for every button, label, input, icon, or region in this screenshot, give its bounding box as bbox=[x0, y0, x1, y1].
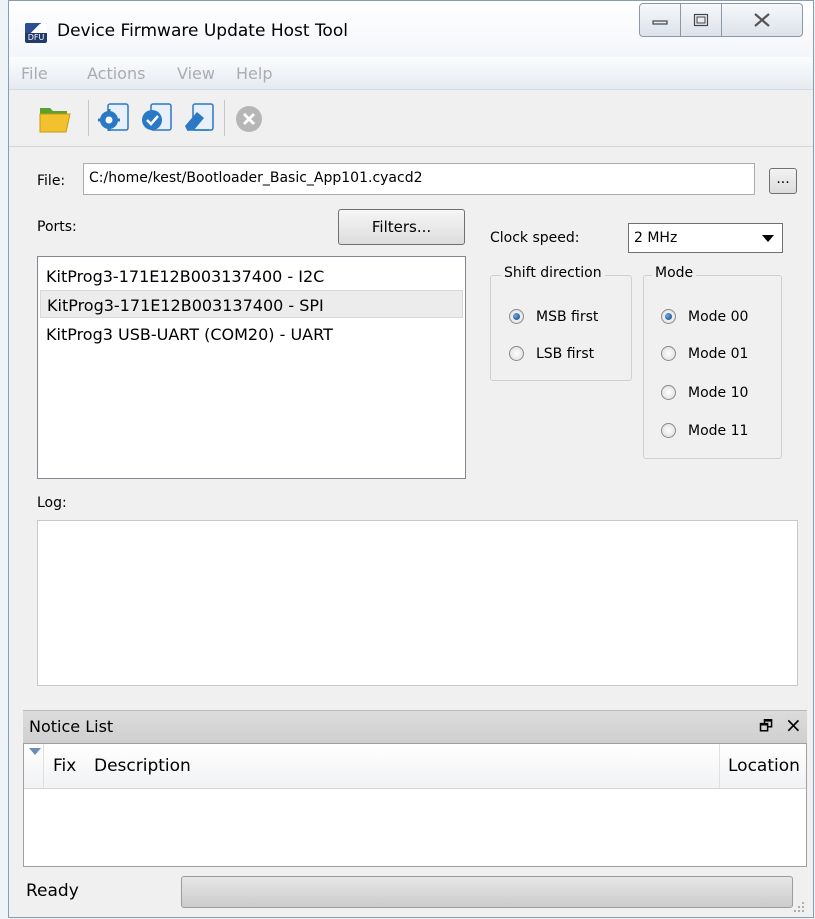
radio-unchecked-icon bbox=[661, 346, 676, 361]
abort-button[interactable] bbox=[231, 100, 267, 136]
toolbar-separator bbox=[224, 100, 225, 136]
port-item[interactable]: KitProg3-171E12B003137400 - I2C bbox=[40, 262, 463, 290]
radio-checked-icon bbox=[509, 309, 524, 324]
radio-checked-icon bbox=[661, 309, 676, 324]
verify-check-icon bbox=[142, 103, 172, 131]
ports-label: Ports: bbox=[37, 219, 77, 235]
program-button[interactable] bbox=[97, 100, 133, 136]
sort-triangle-icon bbox=[29, 748, 41, 755]
resize-grip-icon[interactable] bbox=[793, 901, 805, 913]
column-fix[interactable]: Fix bbox=[53, 756, 76, 776]
close-button[interactable] bbox=[721, 3, 803, 37]
dfu-app-icon: DFU bbox=[25, 23, 47, 43]
close-icon bbox=[754, 13, 770, 27]
close-panel-icon[interactable]: × bbox=[785, 713, 802, 737]
abort-x-icon bbox=[236, 106, 262, 132]
maximize-button[interactable] bbox=[680, 3, 722, 37]
column-divider bbox=[719, 744, 720, 788]
shift-direction-group: Shift direction MSB first LSB first bbox=[490, 265, 632, 381]
title-bar: DFU Device Firmware Update Host Tool bbox=[9, 1, 813, 57]
column-location[interactable]: Location bbox=[728, 756, 800, 776]
radio-mode-10[interactable]: Mode 10 bbox=[661, 385, 748, 401]
toolbar bbox=[9, 90, 813, 147]
status-text: Ready bbox=[26, 881, 79, 901]
minimize-icon bbox=[652, 20, 668, 25]
menu-bar: File Actions View Help bbox=[9, 57, 813, 90]
radio-unchecked-icon bbox=[661, 385, 676, 400]
browse-button[interactable]: ... bbox=[769, 168, 797, 194]
mode-group: Mode Mode 00 Mode 01 Mode 10 Mode 11 bbox=[643, 265, 782, 459]
menu-view[interactable]: View bbox=[177, 64, 215, 83]
float-window-icon[interactable]: 🗗 bbox=[759, 716, 773, 741]
status-bar: Ready bbox=[23, 867, 807, 917]
radio-unchecked-icon bbox=[661, 423, 676, 438]
radio-lsb-first[interactable]: LSB first bbox=[509, 346, 594, 362]
menu-actions[interactable]: Actions bbox=[87, 64, 145, 83]
radio-mode-00[interactable]: Mode 00 bbox=[661, 309, 748, 325]
notice-list-table: Fix Description Location bbox=[23, 743, 807, 867]
table-header: Fix Description Location bbox=[24, 744, 806, 789]
erase-icon bbox=[185, 103, 214, 131]
file-label: File: bbox=[37, 173, 66, 189]
program-gear-icon bbox=[98, 103, 129, 131]
file-path-input[interactable]: C:/home/kest/Bootloader_Basic_App101.cya… bbox=[83, 163, 755, 195]
filters-button[interactable]: Filters... bbox=[338, 209, 465, 245]
ports-list[interactable]: KitProg3-171E12B003137400 - I2C KitProg3… bbox=[37, 256, 466, 479]
toolbar-separator bbox=[88, 100, 89, 136]
port-item[interactable]: KitProg3 USB-UART (COM20) - UART bbox=[40, 320, 463, 348]
maximize-icon bbox=[693, 13, 709, 27]
open-button[interactable] bbox=[37, 100, 73, 136]
menu-file[interactable]: File bbox=[21, 64, 48, 83]
verify-button[interactable] bbox=[139, 100, 175, 136]
log-label: Log: bbox=[37, 495, 67, 511]
clock-speed-select[interactable]: 2 MHz bbox=[628, 223, 783, 253]
minimize-button[interactable] bbox=[639, 3, 681, 37]
chevron-down-icon bbox=[762, 235, 774, 242]
clock-speed-value: 2 MHz bbox=[634, 230, 678, 246]
progress-bar bbox=[181, 876, 793, 908]
log-textarea[interactable] bbox=[37, 520, 798, 686]
radio-mode-11[interactable]: Mode 11 bbox=[661, 423, 748, 439]
shift-direction-title: Shift direction bbox=[501, 265, 605, 281]
port-item-selected[interactable]: KitProg3-171E12B003137400 - SPI bbox=[40, 290, 463, 318]
clock-speed-label: Clock speed: bbox=[490, 230, 580, 246]
radio-unchecked-icon bbox=[509, 346, 524, 361]
app-window: DFU Device Firmware Update Host Tool Fil… bbox=[8, 0, 814, 918]
radio-msb-first[interactable]: MSB first bbox=[509, 309, 598, 325]
menu-help[interactable]: Help bbox=[236, 64, 272, 83]
radio-mode-01[interactable]: Mode 01 bbox=[661, 346, 748, 362]
column-description[interactable]: Description bbox=[94, 756, 191, 776]
folder-open-icon bbox=[39, 108, 71, 133]
mode-title: Mode bbox=[652, 265, 697, 281]
notice-list-title: Notice List bbox=[29, 717, 114, 736]
erase-button[interactable] bbox=[181, 100, 217, 136]
column-divider bbox=[43, 744, 44, 788]
notice-list-header: Notice List 🗗 × bbox=[23, 710, 807, 743]
window-title: Device Firmware Update Host Tool bbox=[57, 21, 348, 41]
